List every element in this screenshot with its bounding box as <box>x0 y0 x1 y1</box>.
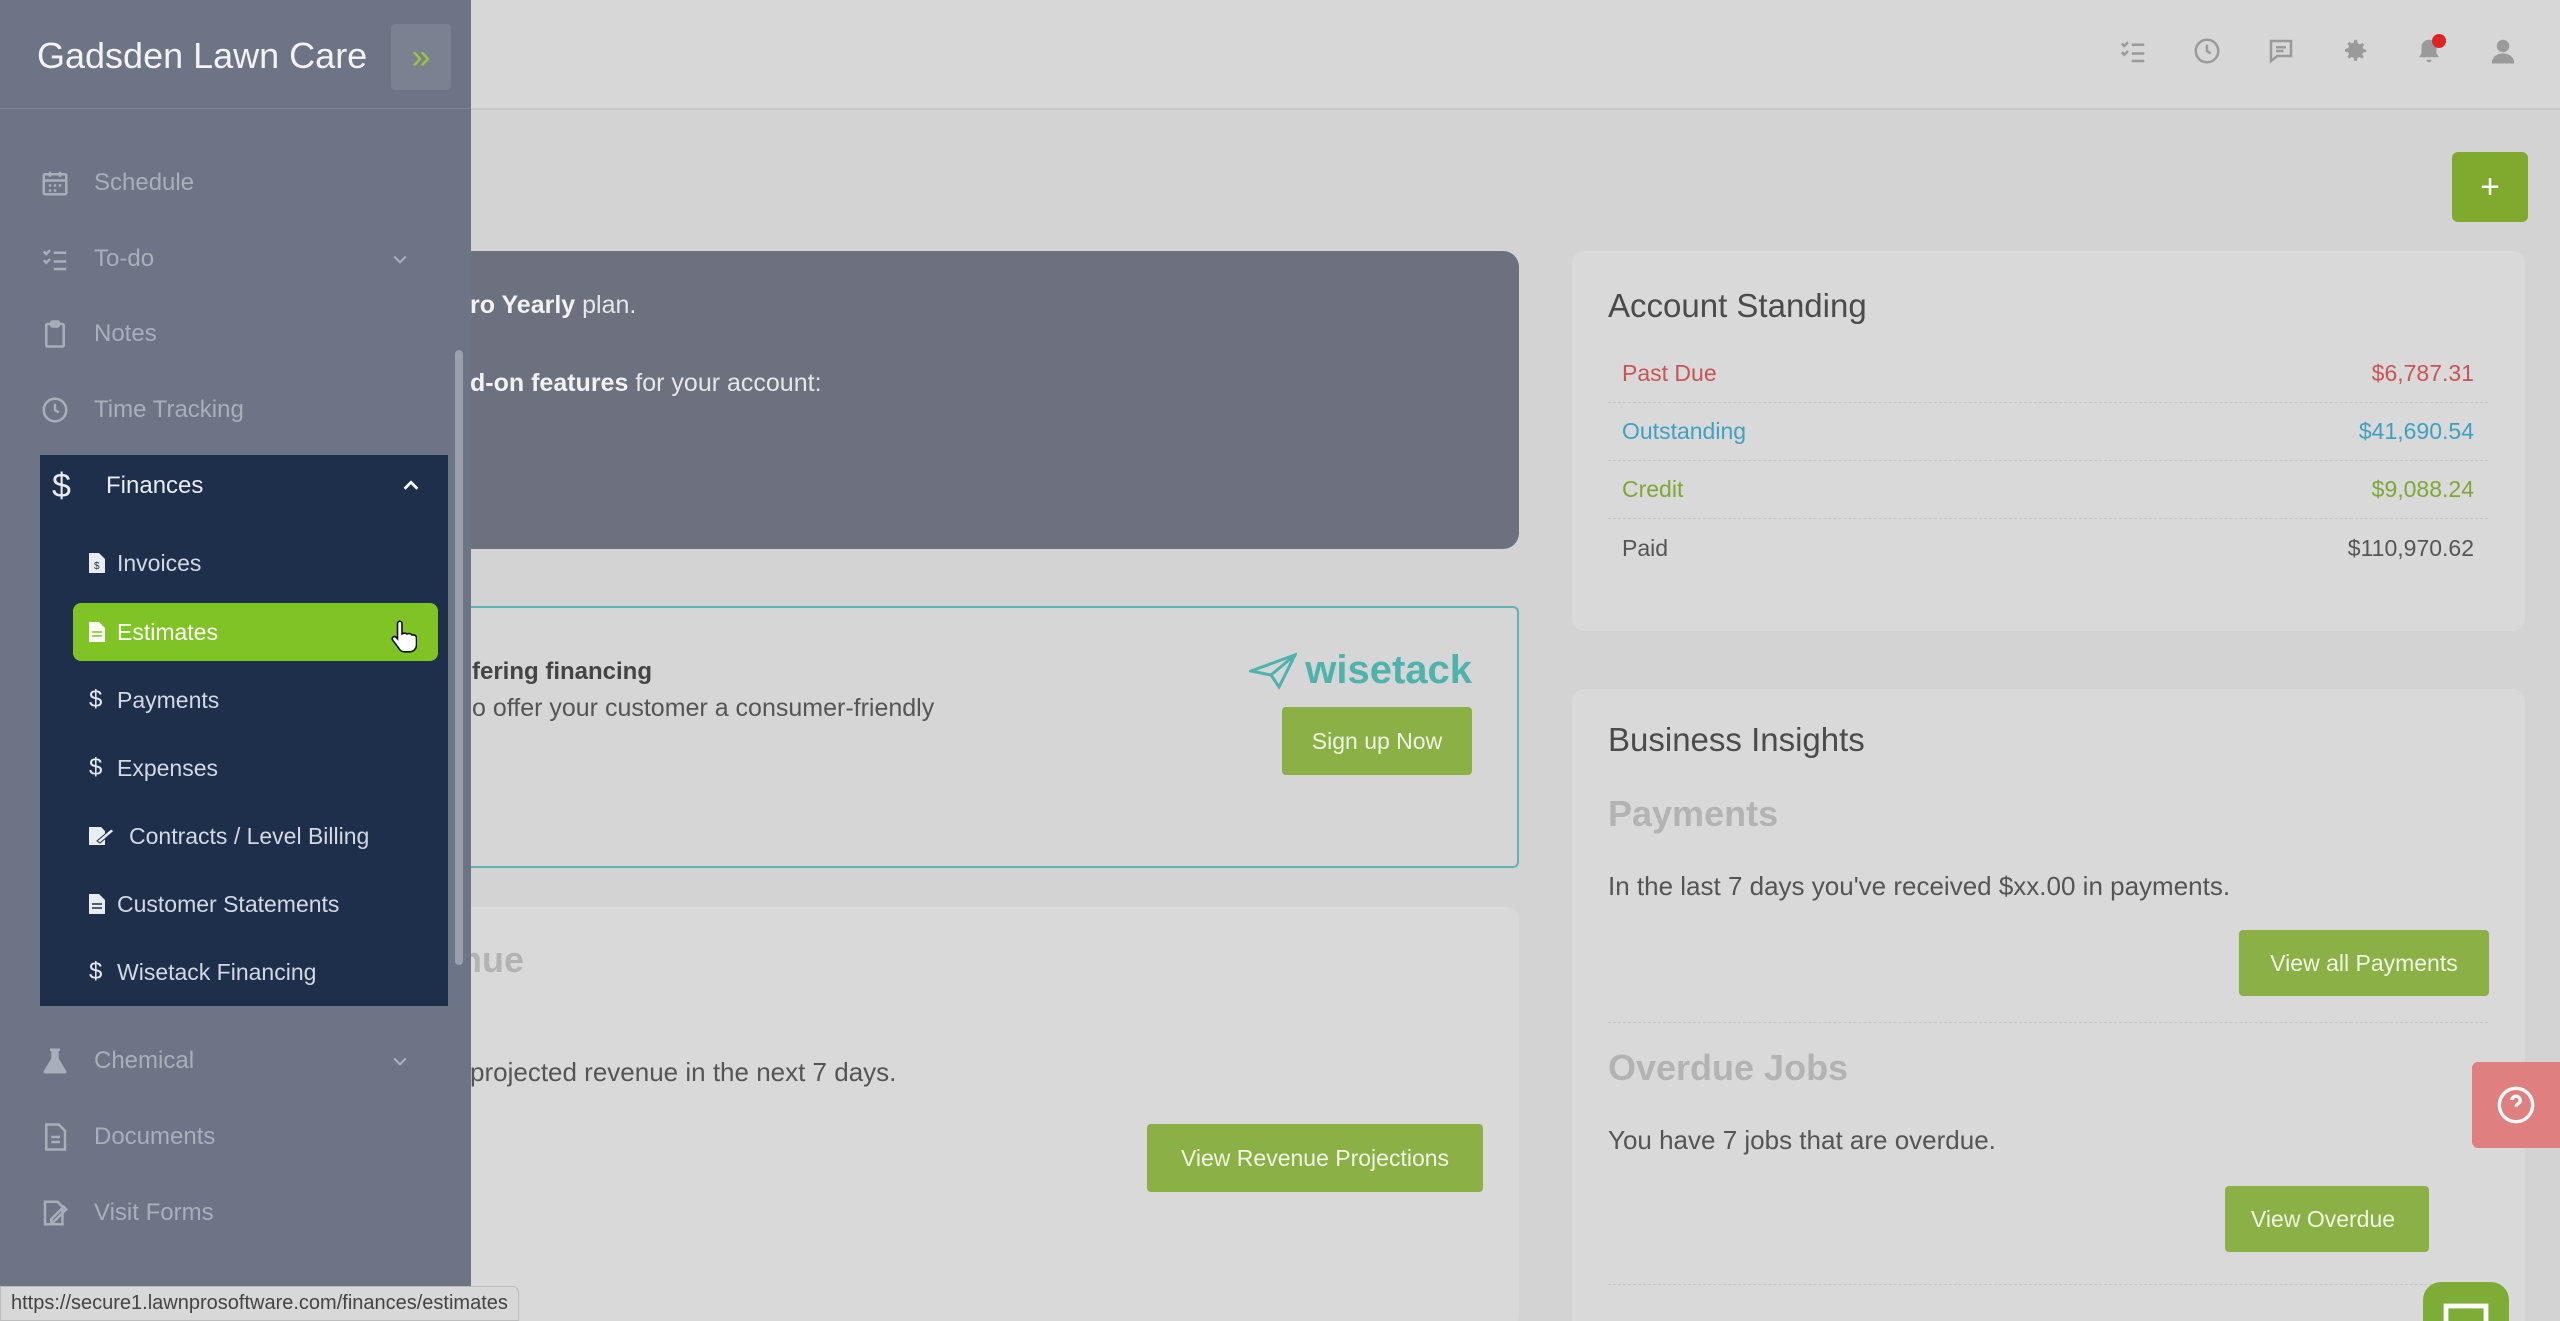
sidebar-item-visit-forms[interactable]: Visit Forms <box>40 1183 440 1243</box>
sidebar: Gadsden Lawn Care » Schedule To-do Notes… <box>0 0 471 1321</box>
double-chevron-right-icon: » <box>411 37 431 76</box>
view-revenue-projections-button[interactable]: View Revenue Projections <box>1147 1124 1483 1192</box>
outstanding-row[interactable]: Outstanding $41,690.54 <box>1608 403 2488 461</box>
credit-row[interactable]: Credit $9,088.24 <box>1608 461 2488 519</box>
paid-row[interactable]: Paid $110,970.62 <box>1608 519 2488 577</box>
sidebar-item-estimates[interactable]: Estimates <box>73 603 438 661</box>
document-icon <box>40 1122 94 1152</box>
cursor-hand-icon <box>391 620 417 653</box>
question-icon <box>2497 1086 2535 1124</box>
sidebar-item-schedule[interactable]: Schedule <box>40 153 440 213</box>
sidebar-item-finances[interactable]: $ Finances <box>40 455 448 517</box>
paper-plane-icon <box>1249 652 1298 690</box>
payments-text: In the last 7 days you've received $xx.0… <box>1608 871 2231 901</box>
clock-icon <box>40 395 94 425</box>
wisetack-logo: wisetack <box>1249 648 1472 693</box>
plan-card: ro Yearly plan. d-on features for your a… <box>380 251 1519 549</box>
help-button[interactable] <box>2472 1062 2560 1148</box>
sidebar-item-documents[interactable]: Documents <box>40 1107 440 1167</box>
chat-icon[interactable] <box>2264 34 2298 68</box>
account-standing-title: Account Standing <box>1608 287 1867 324</box>
status-bar-url: https://secure1.lawnprosoftware.com/fina… <box>0 1286 519 1321</box>
sidebar-item-contracts[interactable]: Contracts / Level Billing <box>73 807 438 865</box>
sidebar-item-wisetack-financing[interactable]: $ Wisetack Financing <box>73 943 438 1001</box>
wisetack-description: o offer your customer a consumer-friendl… <box>472 694 935 722</box>
sidebar-item-invoices[interactable]: $ Invoices <box>73 534 438 592</box>
wisetack-card: fering financing o offer your customer a… <box>380 606 1519 868</box>
sidebar-item-label: Notes <box>94 320 157 347</box>
clock-icon[interactable] <box>2190 34 2224 68</box>
overdue-jobs-heading: Overdue Jobs <box>1608 1047 1849 1088</box>
business-insights-title: Business Insights <box>1608 721 1865 758</box>
file-sign-icon <box>89 825 129 847</box>
chat-widget-button[interactable] <box>2423 1282 2509 1321</box>
chevron-down-icon <box>393 255 407 264</box>
file-icon <box>89 894 117 914</box>
flask-icon <box>40 1046 94 1076</box>
sidebar-item-chemical[interactable]: Chemical <box>40 1031 440 1091</box>
checklist-icon[interactable] <box>2116 34 2150 68</box>
chevron-down-icon <box>393 1057 407 1066</box>
clipboard-icon <box>40 319 94 349</box>
form-icon <box>40 1198 94 1228</box>
divider <box>0 108 471 109</box>
overdue-jobs-text: You have 7 jobs that are overdue. <box>1608 1125 1996 1155</box>
finances-menu: $ Finances $ Invoices Estimates $ Paymen… <box>40 455 448 1006</box>
dollar-icon: $ <box>89 754 103 781</box>
svg-text:$: $ <box>94 561 100 572</box>
sidebar-item-time-tracking[interactable]: Time Tracking <box>40 380 440 440</box>
revenue-card: nue projected revenue in the next 7 days… <box>380 907 1519 1321</box>
account-standing-card: Account Standing Past Due $6,787.31 Outst… <box>1572 251 2525 631</box>
top-icons <box>2116 34 2520 68</box>
sidebar-item-todo[interactable]: To-do <box>40 229 440 289</box>
user-icon[interactable] <box>2486 34 2520 68</box>
checklist-icon <box>40 244 94 274</box>
add-button[interactable]: + <box>2452 152 2528 222</box>
dollar-icon: $ <box>89 686 103 713</box>
sidebar-item-label: Visit Forms <box>94 1199 214 1226</box>
past-due-row[interactable]: Past Due $6,787.31 <box>1608 345 2488 403</box>
plan-line-1: ro Yearly plan. <box>470 291 637 319</box>
plan-line-2: d-on features for your account: <box>470 369 822 397</box>
sign-up-now-button[interactable]: Sign up Now <box>1282 707 1472 775</box>
sidebar-item-notes[interactable]: Notes <box>40 304 440 364</box>
sidebar-item-label: Chemical <box>94 1047 195 1074</box>
gear-icon[interactable] <box>2338 34 2372 68</box>
sidebar-scrollbar[interactable] <box>455 350 463 965</box>
sidebar-item-customer-statements[interactable]: Customer Statements <box>73 875 438 933</box>
divider <box>1608 1284 2488 1285</box>
sidebar-toggle-button[interactable]: » <box>391 24 451 90</box>
view-overdue-button[interactable]: View Overdue <box>2225 1186 2429 1252</box>
wisetack-title: fering financing <box>472 658 652 685</box>
file-icon <box>89 622 117 642</box>
notification-badge <box>2432 34 2446 48</box>
sidebar-item-label: Schedule <box>94 169 195 196</box>
sidebar-item-label: Time Tracking <box>94 396 244 423</box>
view-all-payments-button[interactable]: View all Payments <box>2239 930 2489 996</box>
sidebar-item-expenses[interactable]: $ Expenses <box>73 739 438 797</box>
brand-name[interactable]: Gadsden Lawn Care <box>37 35 367 77</box>
bell-icon[interactable] <box>2412 34 2446 68</box>
dollar-icon: $ <box>89 958 103 985</box>
payments-heading: Payments <box>1608 793 1779 834</box>
file-dollar-icon: $ <box>89 553 117 573</box>
divider <box>1608 1022 2488 1023</box>
sidebar-item-label: Documents <box>94 1123 216 1150</box>
sidebar-item-label: To-do <box>94 245 155 272</box>
sidebar-item-payments[interactable]: $ Payments <box>73 671 438 729</box>
chevron-up-icon <box>403 480 419 490</box>
revenue-text: projected revenue in the next 7 days. <box>470 1057 897 1087</box>
business-insights-card: Business Insights Payments In the last 7… <box>1572 689 2525 1321</box>
dollar-icon: $ <box>52 466 71 505</box>
chat-bubble-icon <box>2443 1303 2489 1321</box>
sidebar-item-label: Finances <box>106 472 204 499</box>
calendar-icon <box>40 168 94 198</box>
